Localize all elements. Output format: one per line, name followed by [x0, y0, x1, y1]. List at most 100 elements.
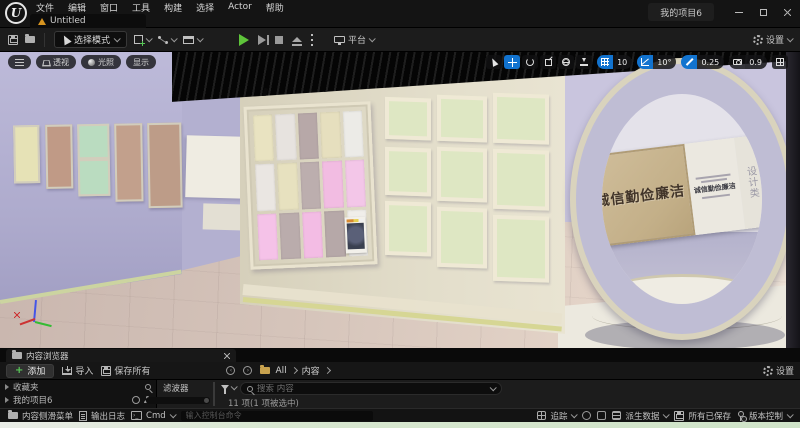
title-bar: U 文件 编辑 窗口 工具 构建 选择 Actor 帮助 Untitled 我的… — [0, 0, 800, 28]
menu-select[interactable]: 选择 — [196, 1, 214, 14]
select-tool[interactable] — [486, 55, 502, 69]
source-control-save-status[interactable]: 所有已保存 — [674, 410, 731, 422]
browse-content-icon[interactable] — [25, 36, 35, 43]
viewport-3d[interactable]: 诚信勤俭廉洁 诚信勤俭廉洁 设计类 优秀奖 — [0, 52, 800, 348]
unreal-editor-window: U 文件 编辑 窗口 工具 构建 选择 Actor 帮助 Untitled 我的… — [0, 0, 800, 428]
platforms-dropdown[interactable]: 平台 — [334, 33, 374, 46]
add-button[interactable]: + 添加 — [6, 364, 54, 378]
move-tool[interactable] — [504, 55, 520, 69]
display-frame — [437, 147, 487, 203]
search-icon[interactable] — [145, 384, 151, 390]
menu-window[interactable]: 窗口 — [100, 1, 118, 14]
play-icon[interactable] — [239, 34, 249, 46]
hamburger-icon — [15, 59, 24, 66]
project-root-row[interactable]: 我的项目6 — [0, 393, 156, 406]
world-local-toggle[interactable] — [558, 55, 574, 69]
maximize-viewport-button[interactable] — [772, 55, 788, 69]
view-mode-dropdown[interactable]: 透视 — [36, 55, 76, 69]
cinematics-icon — [183, 36, 194, 44]
grid-snap-toggle[interactable] — [597, 55, 613, 69]
scale-snap-toggle[interactable] — [681, 55, 697, 69]
world-axis-gizmo — [14, 298, 58, 342]
wall-frame — [114, 123, 143, 201]
maximize-button[interactable] — [756, 5, 770, 19]
close-button[interactable] — [780, 5, 794, 19]
cinematics-dropdown[interactable] — [183, 36, 202, 44]
play-controls — [239, 34, 313, 46]
back-icon[interactable]: ‹ — [226, 366, 235, 375]
show-flags-dropdown[interactable]: 显示 — [126, 55, 156, 69]
menu-actor[interactable]: Actor — [228, 2, 252, 12]
camera-icon — [733, 59, 742, 65]
rotation-snap-value[interactable]: 10° — [653, 55, 676, 69]
close-tab-icon[interactable] — [224, 353, 230, 359]
grid-snap-group: 10 — [597, 55, 632, 69]
play-options-icon[interactable] — [311, 34, 313, 46]
save-icon[interactable] — [8, 35, 18, 45]
art-tile — [342, 111, 363, 158]
import-button[interactable]: 导入 — [62, 364, 93, 377]
globe-icon — [562, 58, 570, 66]
menu-build[interactable]: 构建 — [164, 1, 182, 14]
capture-icon[interactable] — [597, 411, 606, 420]
search-input[interactable] — [257, 384, 486, 394]
surface-snapping-toggle[interactable] — [576, 55, 592, 69]
favorites-row[interactable]: 收藏夹 — [0, 380, 156, 393]
rotation-snap-toggle[interactable] — [637, 55, 653, 69]
scale-snap-value[interactable]: 0.25 — [697, 55, 724, 69]
revision-control-dropdown[interactable]: 版本控制 — [737, 410, 792, 422]
gear-icon — [763, 366, 773, 376]
settings-dropdown[interactable]: 设置 — [753, 33, 792, 46]
axis-y — [35, 321, 52, 327]
save-all-button[interactable]: 保存所有 — [101, 364, 150, 377]
camera-speed-value[interactable]: 0.9 — [745, 55, 767, 69]
chevron-down-icon — [146, 35, 153, 42]
filters-label[interactable]: 滤波器 — [163, 382, 189, 394]
filter-button[interactable] — [221, 385, 236, 390]
dock-icon[interactable] — [132, 396, 140, 404]
menu-tools[interactable]: 工具 — [132, 1, 150, 14]
unreal-logo-icon: U — [5, 2, 27, 24]
content-browser-settings[interactable]: 设置 — [763, 364, 794, 377]
derived-data-dropdown[interactable]: 派生数据 — [612, 410, 668, 422]
breadcrumb-folder[interactable]: 内容 — [302, 364, 320, 377]
filters-scrollbar[interactable] — [146, 397, 210, 404]
breadcrumb: All 内容 — [260, 364, 329, 377]
minimize-button[interactable] — [732, 5, 746, 19]
trace-icon — [537, 411, 546, 420]
breadcrumb-root[interactable]: All — [275, 366, 286, 376]
surface-snap-icon — [580, 58, 588, 66]
add-actor-dropdown[interactable] — [134, 35, 151, 44]
rotate-tool[interactable] — [522, 55, 538, 69]
eject-icon[interactable] — [292, 37, 302, 42]
chevron-down-icon — [787, 411, 794, 418]
menu-file[interactable]: 文件 — [36, 1, 54, 14]
grid-snap-value[interactable]: 10 — [613, 55, 632, 69]
console-input[interactable] — [186, 411, 368, 420]
trace-dropdown[interactable]: 追踪 — [537, 410, 576, 422]
lit-mode-dropdown[interactable]: 光照 — [81, 55, 121, 69]
award-banner: 诚信勤俭廉洁 诚信勤俭廉洁 设计类 优秀奖 — [602, 133, 762, 248]
blueprints-dropdown[interactable] — [158, 36, 176, 44]
session-icon[interactable] — [582, 411, 591, 420]
editor-mode-dropdown[interactable]: 选择模式 — [54, 31, 127, 48]
forward-icon[interactable]: › — [243, 366, 252, 375]
level-tab[interactable]: Untitled — [30, 14, 146, 28]
viewport-menu-button[interactable] — [8, 55, 31, 69]
content-drawer-button[interactable]: 内容侧滑菜单 — [8, 410, 73, 422]
scrollbar[interactable] — [213, 382, 215, 406]
frame-divider — [80, 157, 108, 161]
menu-edit[interactable]: 编辑 — [68, 1, 86, 14]
scale-tool[interactable] — [540, 55, 556, 69]
content-browser-tab[interactable]: 内容浏览器 — [6, 349, 236, 362]
stop-icon[interactable] — [275, 36, 283, 44]
console-dropdown[interactable]: ›_ Cmd — [131, 411, 175, 421]
search-icon — [247, 386, 253, 392]
console-input-box — [181, 411, 373, 421]
camera-speed-button[interactable] — [729, 55, 745, 69]
menu-help[interactable]: 帮助 — [266, 1, 284, 14]
skip-frame-icon[interactable] — [258, 35, 266, 45]
toolbar-divider — [44, 33, 45, 47]
output-log-button[interactable]: 输出日志 — [79, 410, 125, 422]
chevron-down-icon[interactable] — [490, 384, 497, 391]
